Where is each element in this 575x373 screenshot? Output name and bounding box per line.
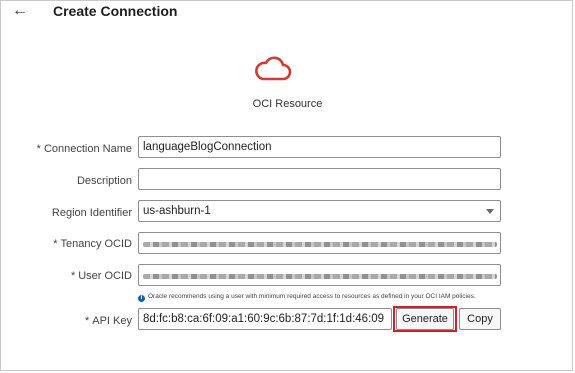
header: ← Create Connection [1, 1, 574, 23]
user-ocid-label: * User OCID [1, 269, 132, 283]
info-icon: i [138, 295, 145, 302]
connection-name-label: * Connection Name [1, 142, 132, 156]
required-marker: * [36, 143, 41, 155]
user-ocid-input[interactable] [138, 264, 501, 286]
generate-button[interactable]: Generate [396, 308, 454, 330]
create-connection-dialog: ← Create Connection OCI Resource * Connec… [0, 0, 573, 371]
tenancy-ocid-input[interactable] [138, 232, 501, 254]
iam-note-text: Oracle recommends using a user with mini… [148, 293, 476, 300]
back-arrow-icon[interactable]: ← [12, 2, 28, 20]
user-ocid-label-text: User OCID [78, 270, 132, 282]
api-key-input[interactable]: 8d:fc:b8:ca:6f:09:a1:60:9c:6b:87:7d:1f:1… [138, 308, 392, 330]
iam-note: i Oracle recommends using a user with min… [138, 292, 476, 302]
copy-button[interactable]: Copy [459, 308, 501, 330]
connection-name-input[interactable]: languageBlogConnection [138, 136, 501, 158]
region-label: Region Identifier [51, 207, 132, 219]
required-marker: * [70, 270, 76, 282]
required-marker: * [53, 238, 58, 250]
api-key-value: 8d:fc:b8:ca:6f:09:a1:60:9c:6b:87:7d:1f:1… [143, 313, 385, 325]
tenancy-ocid-label-text: Tenancy OCID [60, 238, 132, 250]
redacted-value [143, 242, 497, 247]
resource-type-label: OCI Resource [252, 98, 323, 110]
description-label: Description [76, 175, 132, 187]
api-key-label-text: API Key [92, 315, 132, 327]
api-key-label: * API Key [1, 314, 132, 328]
cloud-icon [255, 56, 292, 81]
connection-name-label-text: Connection Name [43, 143, 132, 155]
required-marker: * [84, 315, 90, 327]
region-value: us-ashburn-1 [143, 205, 211, 217]
chevron-down-icon [486, 209, 494, 214]
region-select[interactable]: us-ashburn-1 [138, 200, 501, 222]
redacted-value [143, 274, 497, 279]
description-input[interactable] [138, 168, 501, 190]
connection-name-value: languageBlogConnection [143, 141, 272, 153]
tenancy-ocid-label: * Tenancy OCID [1, 237, 132, 251]
page-title: Create Connection [53, 3, 178, 19]
